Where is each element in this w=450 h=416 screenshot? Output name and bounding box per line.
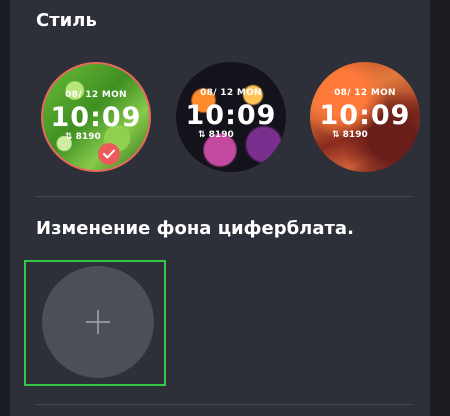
section-divider [36,404,413,405]
face-steps: ⇅ 8190 [65,132,101,142]
watch-face-option-3[interactable]: 08/ 12 MON 10:09 ⇅ 8190 [310,62,420,172]
face-date: 08/ 12 MON [334,88,396,98]
selected-check-icon [98,143,120,165]
face-date: 08/ 12 MON [65,90,127,100]
watch-face-option-1[interactable]: 08/ 12 MON 10:09 ⇅ 8190 [41,62,151,172]
face-time: 10:09 [319,100,411,131]
section-divider [36,196,413,197]
plus-icon [86,310,110,334]
add-background-button[interactable] [42,266,154,378]
face-steps: ⇅ 8190 [332,130,368,140]
face-date: 08/ 12 MON [200,88,262,98]
background-section-title: Изменение фона циферблата. [36,218,354,239]
watch-face-option-2[interactable]: 08/ 12 MON 10:09 ⇅ 8190 [176,62,286,172]
face-time: 10:09 [185,100,277,131]
face-time: 10:09 [50,102,142,133]
watch-face-carousel[interactable]: 08/ 12 MON 10:09 ⇅ 8190 08/ 12 MON 10:09… [10,0,430,190]
face-steps: ⇅ 8190 [198,130,234,140]
settings-panel: Стиль 08/ 12 MON 10:09 ⇅ 8190 08/ 12 MON… [10,0,430,416]
